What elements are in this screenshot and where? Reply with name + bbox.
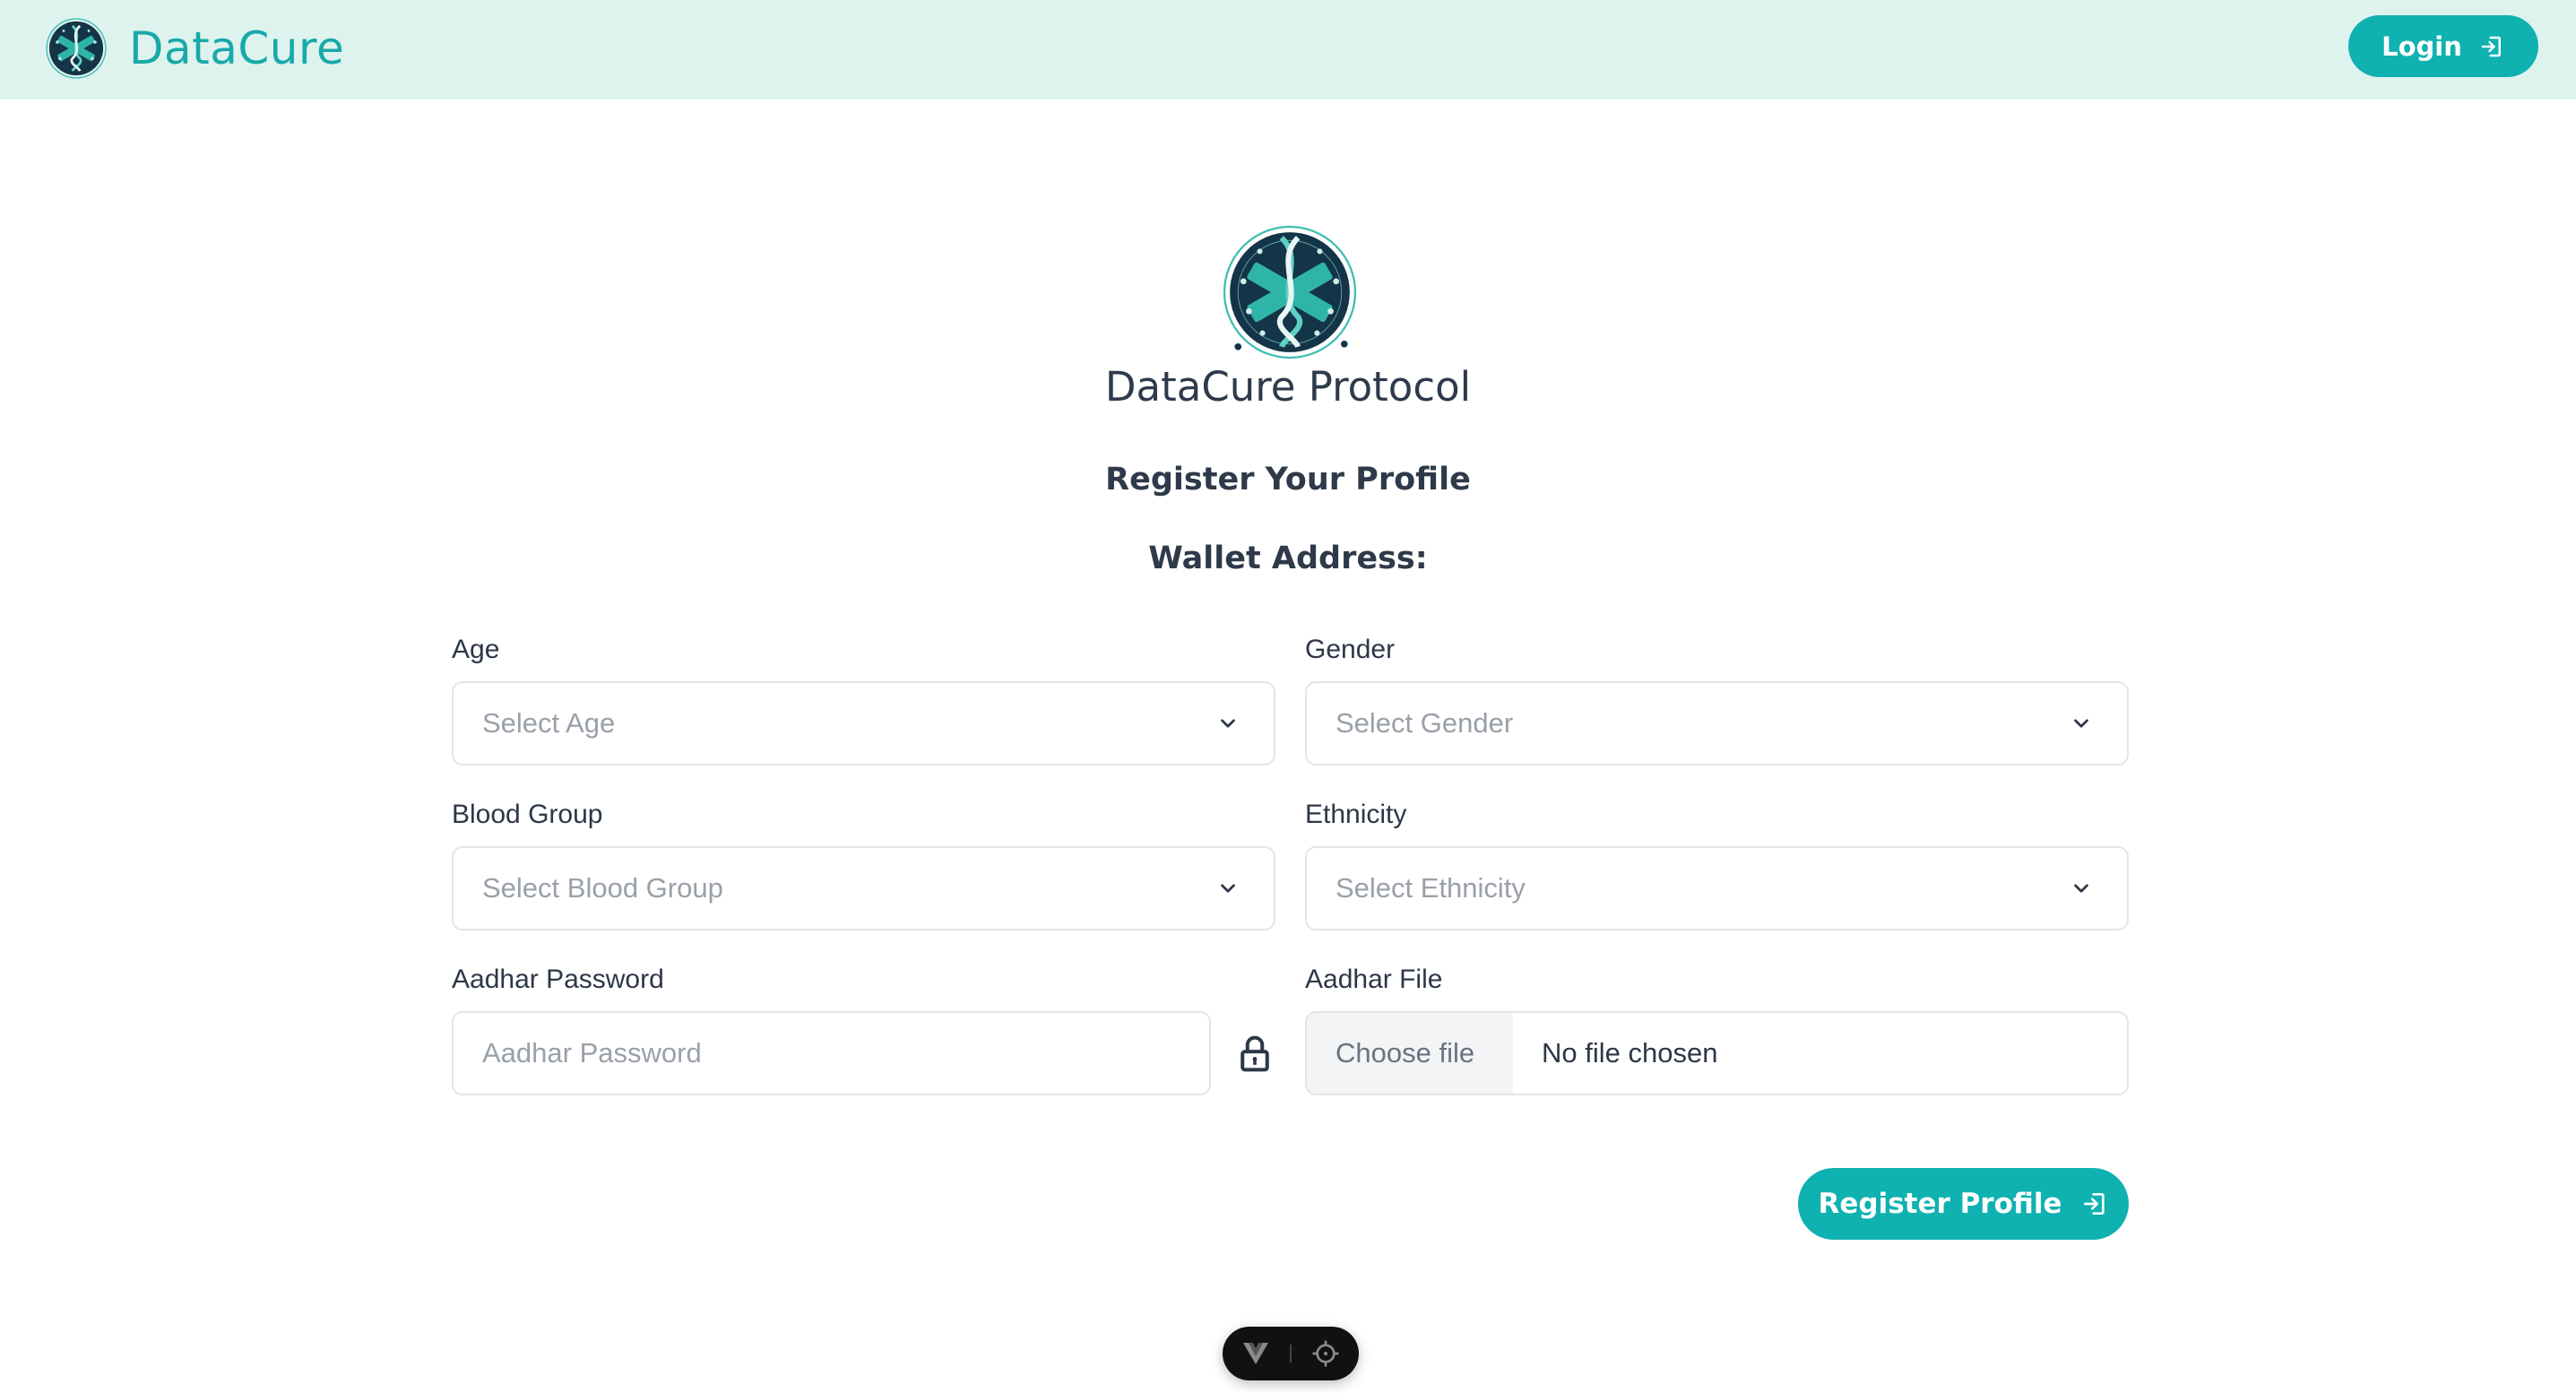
ethnicity-select[interactable]: Select Ethnicity	[1305, 846, 2129, 930]
devtools-toolbar[interactable]	[1223, 1327, 1359, 1380]
gender-label: Gender	[1305, 635, 1396, 664]
chevron-down-icon	[1221, 719, 1235, 728]
choose-file-button[interactable]: Choose file	[1307, 1013, 1513, 1094]
gender-select[interactable]: Select Gender	[1305, 681, 2129, 766]
vue-logo-icon[interactable]	[1241, 1341, 1270, 1366]
age-select[interactable]: Select Age	[452, 681, 1275, 766]
register-heading: Register Your Profile	[1105, 462, 1471, 497]
crosshair-icon[interactable]	[1311, 1339, 1340, 1368]
chevron-down-icon	[1221, 884, 1235, 893]
toolbar-separator	[1290, 1345, 1292, 1363]
file-status-text: No file chosen	[1542, 1037, 1718, 1069]
wallet-address-label: Wallet Address:	[1148, 541, 1428, 576]
aadhar-file-label: Aadhar File	[1305, 965, 1443, 994]
brand[interactable]: DataCure	[45, 16, 344, 81]
register-profile-label: Register Profile	[1818, 1188, 2062, 1220]
login-button[interactable]: Login	[2348, 15, 2538, 77]
ethnicity-label: Ethnicity	[1305, 800, 1407, 829]
login-arrow-icon	[2083, 1193, 2105, 1215]
chevron-down-icon	[2074, 719, 2088, 728]
gender-select-placeholder: Select Gender	[1336, 707, 1514, 739]
aadhar-password-label: Aadhar Password	[452, 965, 664, 994]
ethnicity-select-placeholder: Select Ethnicity	[1336, 872, 1526, 904]
top-navbar: DataCure Login	[0, 0, 2576, 100]
login-button-label: Login	[2382, 30, 2462, 62]
blood-group-select-placeholder: Select Blood Group	[482, 872, 723, 904]
datacure-logo-icon	[46, 18, 107, 79]
lock-icon[interactable]	[1239, 1034, 1271, 1073]
brand-name: DataCure	[129, 22, 345, 74]
register-profile-button[interactable]: Register Profile	[1798, 1168, 2129, 1240]
datacure-protocol-logo-icon	[1223, 225, 1357, 359]
blood-group-select[interactable]: Select Blood Group	[452, 846, 1275, 930]
protocol-title: DataCure Protocol	[1104, 363, 1472, 411]
age-label: Age	[452, 635, 500, 664]
blood-group-label: Blood Group	[452, 800, 603, 829]
chevron-down-icon	[2074, 884, 2088, 893]
login-arrow-icon	[2481, 36, 2501, 56]
age-select-placeholder: Select Age	[482, 707, 616, 739]
aadhar-file-input[interactable]: Choose file No file chosen	[1305, 1011, 2129, 1095]
aadhar-password-input[interactable]	[452, 1011, 1211, 1095]
